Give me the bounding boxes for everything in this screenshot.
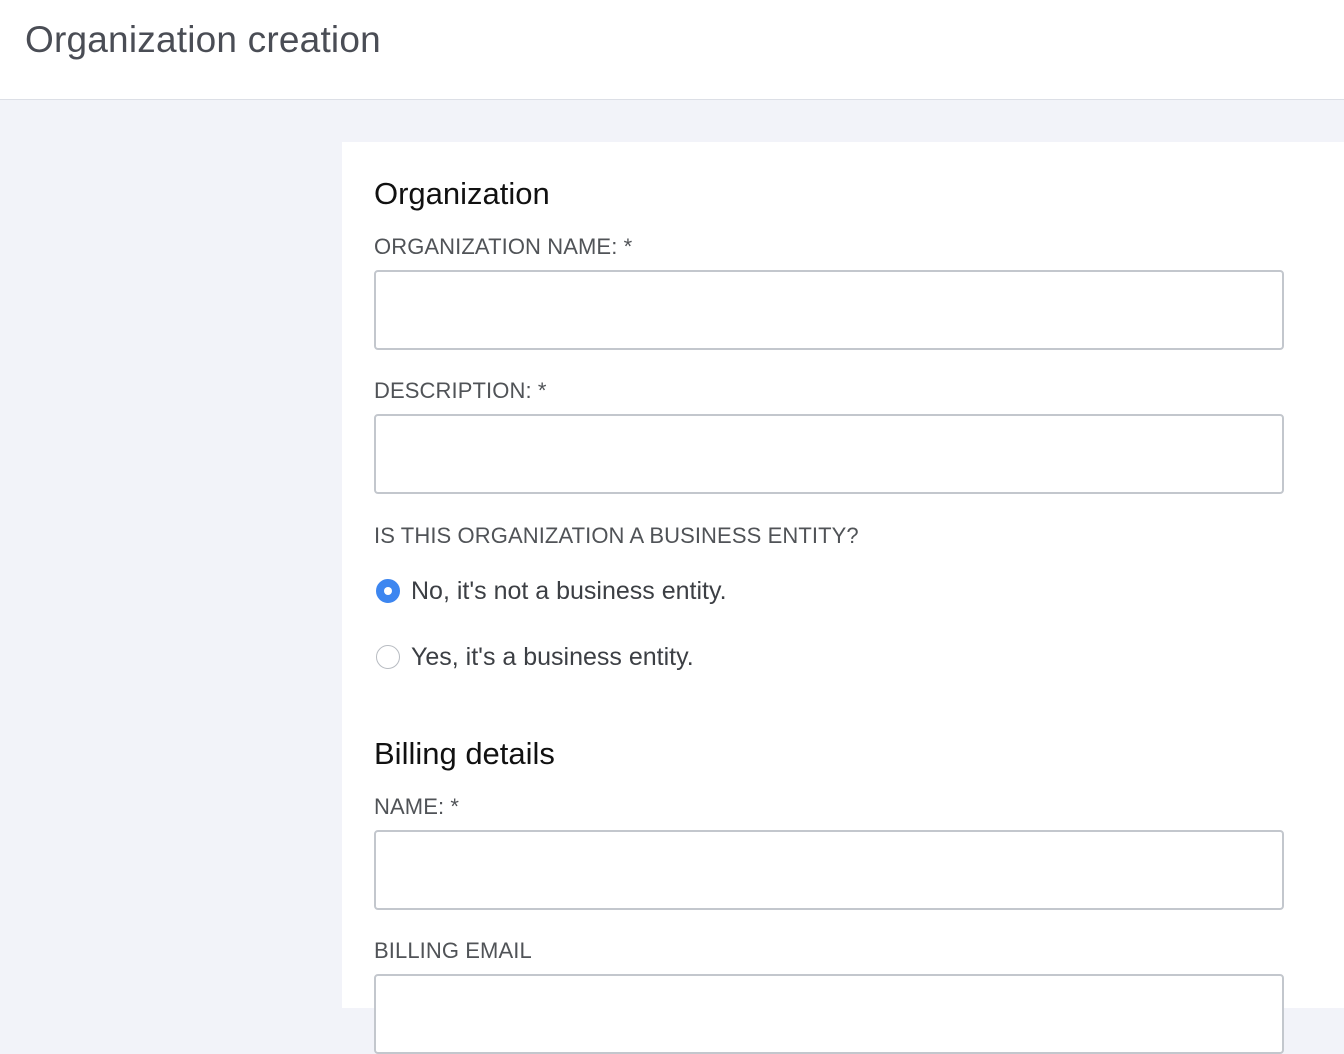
description-input[interactable] [374, 414, 1284, 494]
description-label: DESCRIPTION: * [374, 378, 547, 403]
radio-is-business-entity[interactable]: Yes, it's a business entity. [376, 641, 694, 673]
organization-form-panel: Organization ORGANIZATION NAME: * DESCRI… [342, 142, 1344, 1054]
organization-name-label: ORGANIZATION NAME: * [374, 234, 633, 259]
billing-name-input[interactable] [374, 830, 1284, 910]
top-bar: Organization creation [0, 0, 1344, 100]
radio-label-is-business: Yes, it's a business entity. [411, 643, 694, 671]
radio-checked-icon[interactable] [376, 579, 400, 603]
radio-not-business-entity[interactable]: No, it's not a business entity. [376, 575, 727, 607]
radio-label-not-business: No, it's not a business entity. [411, 577, 727, 605]
organization-name-input[interactable] [374, 270, 1284, 350]
billing-name-label: NAME: * [374, 794, 460, 819]
billing-section-title: Billing details [374, 736, 555, 771]
billing-email-input[interactable] [374, 974, 1284, 1054]
radio-unchecked-icon[interactable] [376, 645, 400, 669]
page-title: Organization creation [25, 19, 381, 60]
business-entity-question: IS THIS ORGANIZATION A BUSINESS ENTITY? [374, 523, 859, 548]
billing-email-label: BILLING EMAIL [374, 938, 532, 963]
organization-section-title: Organization [374, 176, 550, 211]
